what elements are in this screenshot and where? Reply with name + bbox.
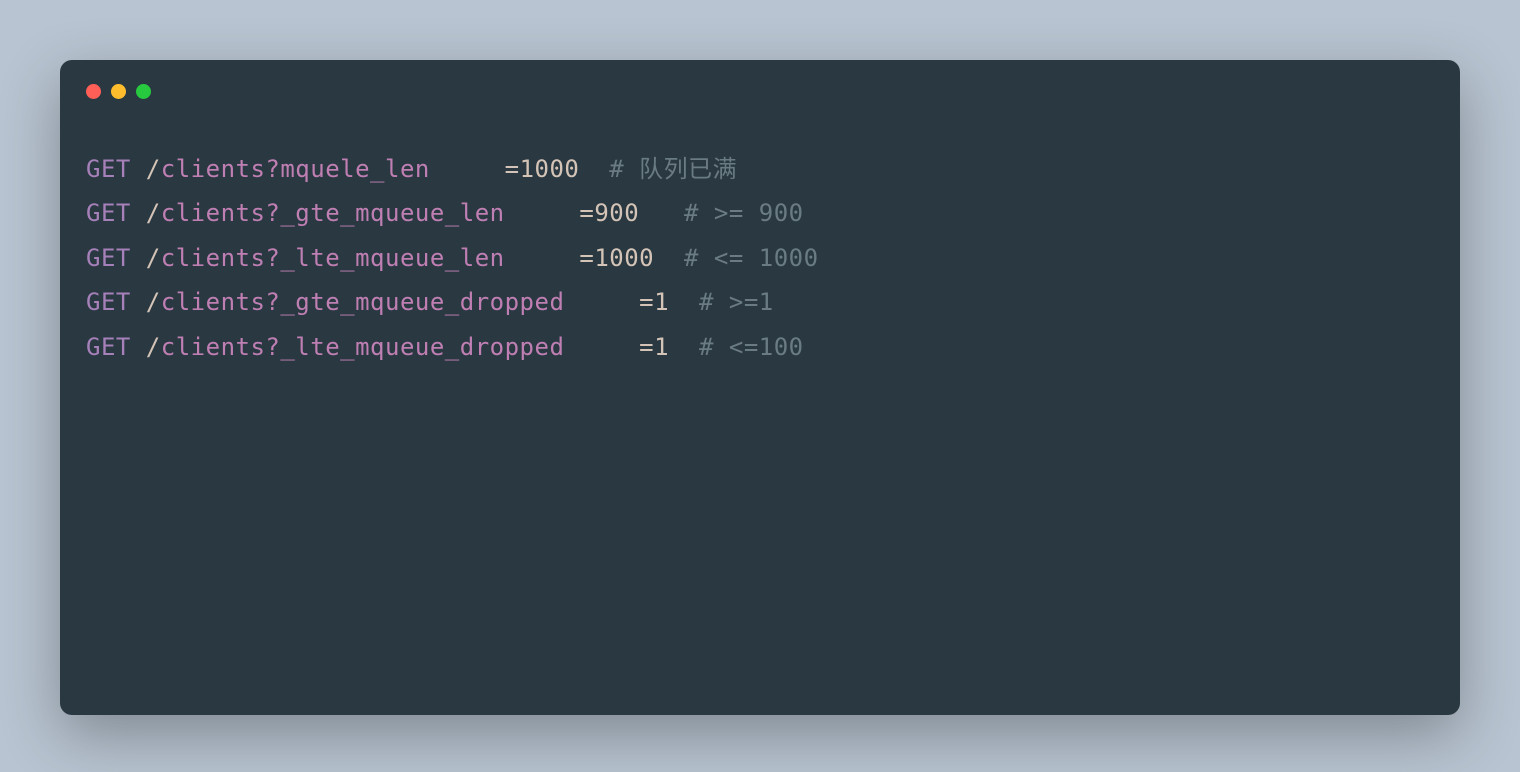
code-block: GET /clients?mquele_len =1000 # 队列已满 GET…	[60, 99, 1460, 395]
code-comment: # <= 1000	[684, 244, 819, 272]
http-method: GET	[86, 199, 131, 227]
minimize-icon[interactable]	[111, 84, 126, 99]
slash: /	[131, 288, 161, 316]
request-path: clients?_gte_mqueue_dropped	[161, 288, 565, 316]
request-path: clients?_lte_mqueue_len	[161, 244, 505, 272]
equals: =	[639, 288, 654, 316]
code-line: GET /clients?_gte_mqueue_len =900 # >= 9…	[86, 191, 1434, 235]
slash: /	[131, 333, 161, 361]
param-value: 1000	[520, 155, 580, 183]
slash: /	[131, 244, 161, 272]
code-line: GET /clients?_gte_mqueue_dropped =1 # >=…	[86, 280, 1434, 324]
request-path: clients?_lte_mqueue_dropped	[161, 333, 565, 361]
request-path: clients?_gte_mqueue_len	[161, 199, 505, 227]
code-line: GET /clients?_lte_mqueue_len =1000 # <= …	[86, 236, 1434, 280]
slash: /	[131, 155, 161, 183]
http-method: GET	[86, 288, 131, 316]
code-comment: # >= 900	[684, 199, 804, 227]
code-line: GET /clients?mquele_len =1000 # 队列已满	[86, 147, 1434, 191]
http-method: GET	[86, 333, 131, 361]
code-comment: # >=1	[699, 288, 774, 316]
slash: /	[131, 199, 161, 227]
http-method: GET	[86, 155, 131, 183]
maximize-icon[interactable]	[136, 84, 151, 99]
equals: =	[579, 199, 594, 227]
code-comment: # <=100	[699, 333, 804, 361]
code-comment: # 队列已满	[609, 155, 737, 183]
param-value: 1000	[594, 244, 654, 272]
param-value: 1	[654, 333, 669, 361]
param-value: 1	[654, 288, 669, 316]
code-line: GET /clients?_lte_mqueue_dropped =1 # <=…	[86, 325, 1434, 369]
close-icon[interactable]	[86, 84, 101, 99]
code-window: GET /clients?mquele_len =1000 # 队列已满 GET…	[60, 60, 1460, 715]
window-titlebar	[60, 60, 1460, 99]
request-path: clients?mquele_len	[161, 155, 430, 183]
equals: =	[579, 244, 594, 272]
equals: =	[505, 155, 520, 183]
http-method: GET	[86, 244, 131, 272]
equals: =	[639, 333, 654, 361]
param-value: 900	[594, 199, 639, 227]
